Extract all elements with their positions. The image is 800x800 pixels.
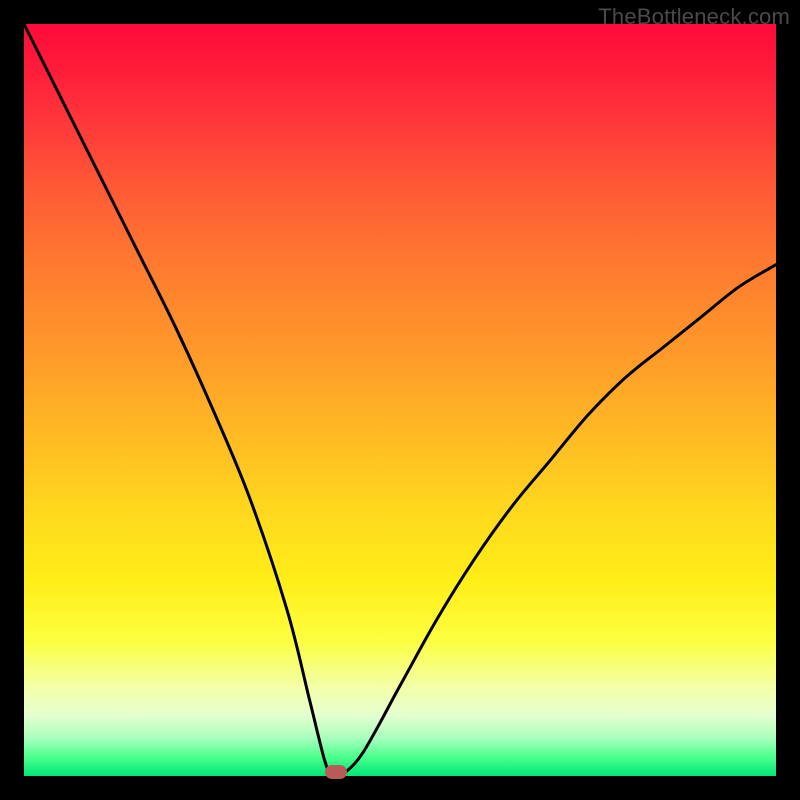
plot-area xyxy=(24,24,776,776)
bottleneck-curve xyxy=(24,24,776,776)
optimal-point-marker xyxy=(325,765,347,779)
chart-frame: TheBottleneck.com xyxy=(0,0,800,800)
